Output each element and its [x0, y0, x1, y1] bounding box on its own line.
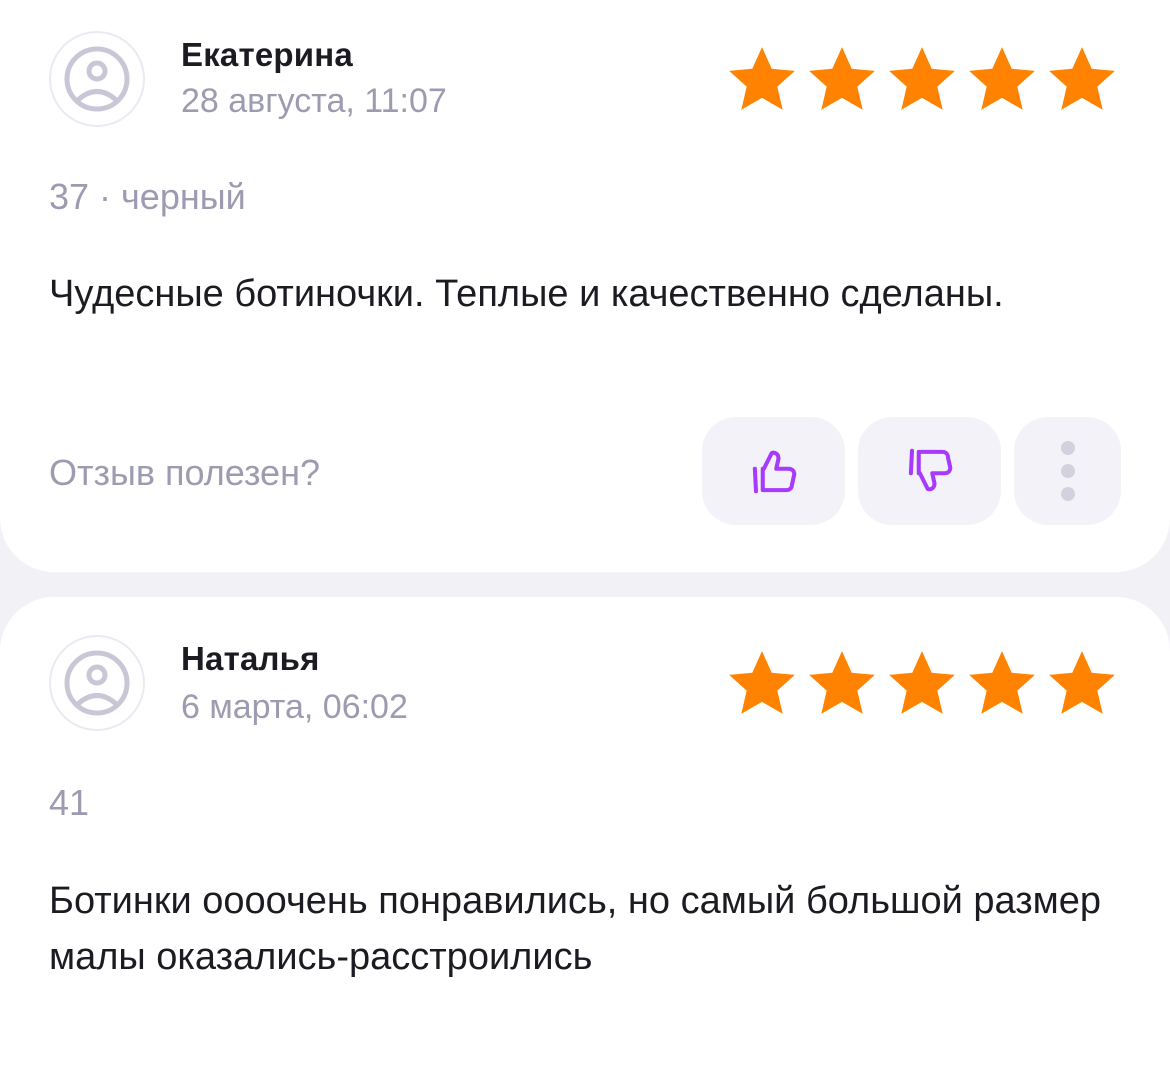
- review-text: Чудесные ботиночки. Теплые и качественно…: [49, 273, 1004, 315]
- review-card: Екатерина 28 августа, 11:07 37 · черный …: [0, 0, 1170, 572]
- star-icon: [729, 651, 795, 714]
- more-vertical-icon: [1060, 441, 1075, 501]
- star-icon: [969, 651, 1035, 714]
- star-icon: [1049, 47, 1115, 110]
- star-icon: [809, 651, 875, 714]
- rating-stars: [724, 648, 1120, 720]
- avatar: [49, 635, 145, 731]
- star-icon: [969, 47, 1035, 110]
- review-author: Наталья: [181, 640, 320, 677]
- sad-face-icon: [64, 650, 130, 716]
- review-date: 28 августа, 11:07: [181, 82, 447, 120]
- helpful-question: Отзыв полезен?: [49, 452, 320, 493]
- star-icon: [889, 651, 955, 714]
- star-icon: [889, 47, 955, 110]
- star-icon: [809, 47, 875, 110]
- star-icon: [1049, 651, 1115, 714]
- review-card: Наталья 6 марта, 06:02 41 Ботинки ооооче…: [0, 597, 1170, 1067]
- review-author: Екатерина: [181, 36, 353, 73]
- review-size-color: 37 · черный: [49, 176, 246, 217]
- review-text: Ботинки оооочень понравились, но самый б…: [49, 880, 1102, 978]
- review-date: 6 марта, 06:02: [181, 688, 408, 726]
- more-options-button[interactable]: [1014, 417, 1121, 525]
- star-icon: [729, 47, 795, 110]
- dislike-button[interactable]: [858, 417, 1001, 525]
- rating-stars: [724, 44, 1120, 116]
- avatar: [49, 31, 145, 127]
- review-size: 41: [49, 782, 90, 823]
- thumbs-up-icon: [752, 450, 796, 494]
- sad-face-icon: [64, 46, 130, 112]
- thumbs-down-icon: [908, 448, 952, 492]
- like-button[interactable]: [702, 417, 845, 525]
